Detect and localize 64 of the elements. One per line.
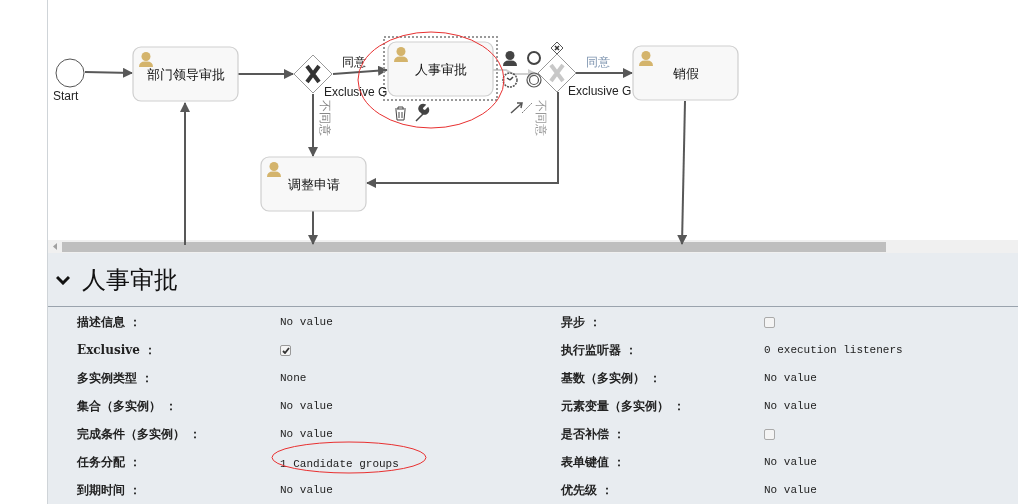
horizontal-scrollbar-thumb[interactable] <box>62 241 886 252</box>
property-value[interactable]: 0 execution listeners <box>764 341 903 359</box>
property-label: 表单键值 ： <box>560 454 627 471</box>
property-label: 基数（多实例） ： <box>560 370 663 387</box>
gateway-label: Exclusive G <box>324 85 388 99</box>
flow-arrow[interactable] <box>308 210 318 245</box>
checkbox[interactable] <box>764 428 775 440</box>
property-value[interactable]: No value <box>280 313 333 331</box>
property-label: 到期时间 ： <box>76 482 143 499</box>
property-value[interactable]: No value <box>764 453 817 471</box>
flow-label: 不同意 <box>318 100 332 136</box>
property-label: 异步 ： <box>560 314 603 331</box>
flow-label: 同意 <box>586 55 610 69</box>
timer-icon[interactable] <box>502 72 518 88</box>
flow-arrow[interactable] <box>237 69 294 79</box>
property-value[interactable]: None <box>280 369 307 387</box>
task-label: 调整申请 <box>287 177 340 192</box>
property-label: 优先级 ： <box>559 482 615 499</box>
task-node[interactable] <box>632 45 739 101</box>
association-icon[interactable] <box>521 102 533 114</box>
user-icon <box>267 162 281 177</box>
property-label: 执行监听器 ： <box>560 342 639 359</box>
delete-icon[interactable] <box>394 106 407 121</box>
property-label: Exclusive ： <box>76 342 157 359</box>
property-label: 集合（多实例） ： <box>76 398 179 415</box>
chevron-icon[interactable] <box>56 274 70 285</box>
properties-title: 人事审批 <box>82 264 178 296</box>
property-label: 多实例类型 ： <box>76 370 155 387</box>
property-value[interactable]: No value <box>764 397 817 415</box>
property-value[interactable]: No value <box>280 425 333 443</box>
start-event[interactable] <box>55 58 85 88</box>
flow-arrow[interactable] <box>677 100 688 245</box>
property-label: 描述信息 ： <box>76 314 143 331</box>
property-label: 完成条件（多实例） ： <box>76 426 203 443</box>
task-label: 销假 <box>672 66 699 81</box>
task-label: 部门领导审批 <box>146 67 225 82</box>
user-icon <box>394 47 408 62</box>
start-label: Start <box>53 89 79 103</box>
gateway-icon[interactable] <box>550 41 564 55</box>
wrench-icon[interactable] <box>415 103 430 122</box>
user-icon <box>139 52 153 67</box>
task-label: 人事审批 <box>414 62 467 77</box>
gateway-label: Exclusive G <box>568 84 632 98</box>
task-node[interactable] <box>260 156 367 212</box>
flow-label: 不同意 <box>534 100 548 136</box>
user-task-icon <box>503 51 517 66</box>
property-value[interactable]: No value <box>280 481 333 499</box>
property-value[interactable]: No value <box>764 369 817 387</box>
flow-arrow[interactable] <box>308 93 318 157</box>
checkbox[interactable] <box>280 344 291 356</box>
flow-label: 同意 <box>342 55 366 69</box>
connect-arrow-icon[interactable] <box>510 102 523 114</box>
flow-arrow[interactable] <box>180 102 190 245</box>
property-value[interactable]: No value <box>280 397 333 415</box>
property-value[interactable]: No value <box>764 481 817 499</box>
property-label: 任务分配 ： <box>76 454 143 471</box>
user-icon <box>639 51 653 66</box>
intermediate-event-icon[interactable] <box>526 72 542 88</box>
property-label: 是否补偿 ： <box>560 426 627 443</box>
checkbox[interactable] <box>764 316 775 328</box>
end-event-icon[interactable] <box>527 51 541 65</box>
task-node[interactable] <box>132 46 239 102</box>
property-label: 元素变量（多实例） ： <box>560 398 687 415</box>
flow-arrow[interactable] <box>84 67 133 78</box>
